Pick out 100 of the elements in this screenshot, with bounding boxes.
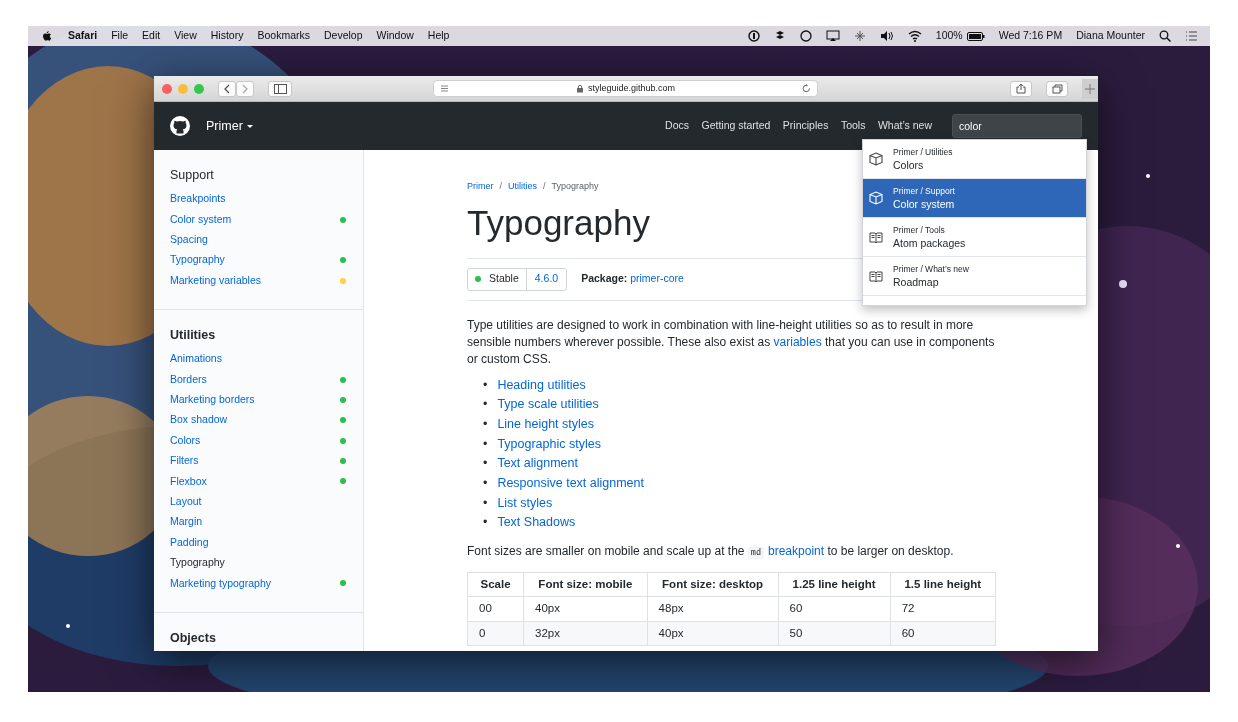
table-cell: 72	[890, 596, 996, 622]
sidebar-link[interactable]: Filters	[170, 450, 347, 472]
reload-icon[interactable]	[802, 84, 811, 93]
caret-icon[interactable]	[246, 124, 253, 128]
toc-link[interactable]: Type scale utilities	[497, 395, 599, 415]
table-cell: 0	[467, 621, 524, 646]
column-header: 1.5 line height	[890, 572, 996, 597]
share-icon[interactable]	[1016, 83, 1026, 94]
menu-item[interactable]: Bookmarks	[257, 28, 310, 44]
sidebar-link[interactable]: Color system	[170, 209, 347, 230]
sidebar-link[interactable]: Marketing borders	[170, 389, 347, 411]
toc-link[interactable]: Line height styles	[497, 414, 594, 435]
sidebar-link[interactable]: Spacing	[170, 229, 347, 251]
section-heading: Objects	[170, 630, 217, 646]
nav-link[interactable]: Getting started	[701, 118, 771, 134]
status-text: Stable	[489, 271, 519, 287]
nav-link[interactable]: Principles	[782, 118, 829, 134]
toc-link[interactable]: Responsive text alignment	[497, 474, 644, 494]
breadcrumb-separator: /	[499, 180, 502, 193]
breadcrumb-current: Typography	[551, 180, 599, 193]
menu-item[interactable]: File	[111, 28, 129, 44]
sidebar-link[interactable]: Flexbox	[170, 471, 347, 492]
volume-icon[interactable]	[879, 30, 894, 42]
search-result[interactable]: Primer / Support Color system	[863, 179, 1086, 218]
tabs-button[interactable]	[1046, 80, 1068, 97]
table-cell: 60	[890, 621, 996, 646]
menu-item[interactable]: Edit	[142, 28, 161, 44]
sidebar-link[interactable]: Margin	[170, 512, 347, 533]
bullet: •	[483, 376, 488, 394]
toc-link[interactable]: Typographic styles	[497, 434, 601, 455]
wifi-icon[interactable]	[907, 30, 922, 42]
search-icon[interactable]	[1159, 30, 1171, 42]
intro-paragraph: Type utilities are designed to work in combination with line-height utilities so as to result in more sensible numbers wherever possible. These also exist as variables that you can use in components or custom CSS.	[467, 316, 995, 368]
status-icon[interactable]	[747, 30, 760, 42]
bullet: •	[483, 415, 488, 433]
table-cell: 60	[778, 596, 891, 622]
logo-icon[interactable]	[170, 116, 190, 136]
table-cell: 40px	[647, 621, 779, 646]
sidebar-button[interactable]	[268, 80, 292, 97]
tabs-icon[interactable]	[1051, 83, 1063, 94]
circle-icon[interactable]	[799, 30, 812, 42]
app-menu[interactable]: Safari	[68, 28, 98, 44]
version-link[interactable]: 4.6.0	[525, 268, 567, 290]
inline-link[interactable]: breakpoint	[768, 544, 825, 559]
sidebar-link[interactable]: Typography	[170, 552, 347, 574]
battery-level: 100%	[935, 28, 963, 44]
package-link[interactable]: primer-core	[630, 272, 684, 285]
toc-link[interactable]: Heading utilities	[497, 375, 586, 396]
nav-link[interactable]: What’s new	[877, 118, 932, 134]
sidebar-link[interactable]: Borders	[170, 369, 347, 390]
breadcrumb-link[interactable]: Utilities	[508, 180, 538, 194]
sidebar-link[interactable]: Breakpoints	[170, 189, 347, 210]
sidebar-link[interactable]: Marketing typography	[170, 573, 347, 594]
package-icon	[869, 191, 883, 205]
menu-item[interactable]: View	[174, 28, 197, 44]
address-bar[interactable]: styleguide.github.com	[433, 80, 818, 97]
sidebar-icon[interactable]	[273, 83, 287, 94]
toc-link[interactable]: List styles	[497, 493, 553, 514]
sidebar-link[interactable]: Typography	[170, 250, 347, 271]
airplay-icon[interactable]	[825, 30, 840, 42]
search-result[interactable]: Primer / What’s new Roadmap	[863, 257, 1086, 296]
menu-item[interactable]: Window	[376, 28, 414, 44]
share-button[interactable]	[1010, 80, 1032, 97]
table-cell: 00	[467, 596, 524, 622]
back-button[interactable]	[218, 80, 236, 97]
menu-item[interactable]: Develop	[323, 28, 363, 44]
nav-link[interactable]: Docs	[665, 118, 689, 134]
breadcrumb-link[interactable]: Primer	[467, 180, 494, 194]
lock-icon	[575, 84, 584, 93]
sidebar-link[interactable]: Animations	[170, 348, 347, 370]
column-header: Scale	[467, 572, 524, 597]
sidebar-link[interactable]: Layout	[170, 491, 347, 513]
bullet: •	[483, 475, 488, 492]
user-name[interactable]: Diana Mounter	[1076, 28, 1145, 44]
battery-icon[interactable]	[966, 31, 985, 41]
bullet: •	[483, 455, 488, 473]
sidebar-link[interactable]: Colors	[170, 430, 347, 451]
apple-icon[interactable]	[40, 29, 54, 43]
search-field[interactable]: color	[952, 114, 1082, 138]
table-cell: 48px	[647, 596, 779, 622]
column-header: Font size: mobile	[523, 572, 648, 597]
package-icon	[869, 152, 883, 166]
toc-link[interactable]: Text Shadows	[497, 513, 576, 534]
table-cell: 32px	[523, 621, 648, 646]
menu-item[interactable]: Help	[427, 28, 450, 44]
sidebar-link[interactable]: Box shadow	[170, 410, 347, 431]
clock[interactable]: Wed 7:16 PM	[998, 28, 1063, 44]
inline-link[interactable]: variables	[773, 334, 822, 349]
nav-link[interactable]: Tools	[840, 118, 866, 134]
bullet: •	[483, 396, 488, 414]
sidebar-link[interactable]: Marketing variables	[170, 270, 347, 291]
book-icon	[869, 230, 883, 244]
chevron-left-icon[interactable]	[223, 83, 231, 94]
url-text: styleguide.github.com	[587, 81, 676, 95]
menu-item[interactable]: History	[210, 28, 244, 44]
sidebar-link[interactable]: Padding	[170, 532, 347, 553]
toc-link[interactable]: Text alignment	[497, 454, 578, 474]
search-result[interactable]: Primer / Tools Atom packages	[863, 218, 1086, 257]
brand-menu[interactable]: Primer	[206, 116, 253, 136]
reader-icon[interactable]	[440, 84, 449, 93]
